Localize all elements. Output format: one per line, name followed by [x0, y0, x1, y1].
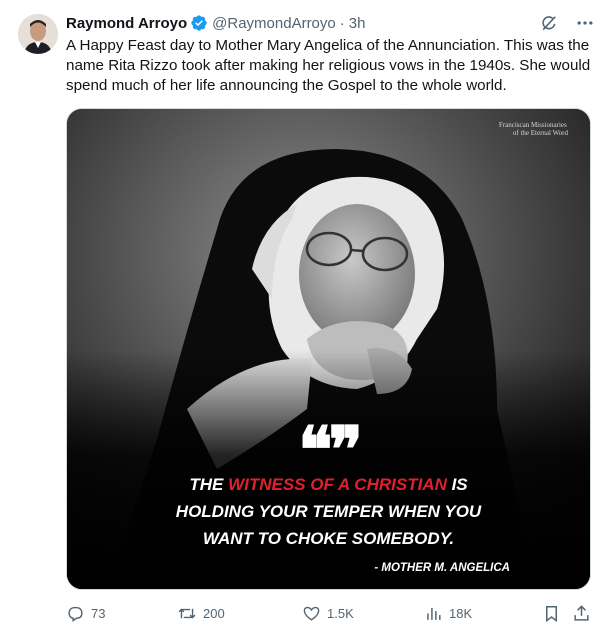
quote-line-2: HOLDING YOUR TEMPER WHEN YOU: [175, 502, 482, 521]
quote-highlight: WITNESS OF A CHRISTIAN: [228, 475, 447, 494]
repost-icon: [178, 608, 196, 618]
quote-line-3: WANT TO CHOKE SOMEBODY.: [202, 529, 455, 548]
repost-button[interactable]: 200: [177, 602, 225, 624]
reply-button[interactable]: 73: [66, 602, 105, 624]
quote-attribution: - MOTHER M. ANGELICA: [374, 562, 510, 574]
post-header: Raymond Arroyo @RaymondArroyo · 3h: [66, 13, 365, 33]
views-count: 18K: [449, 605, 473, 621]
share-icon: [574, 604, 589, 621]
post-action-bar: 73 200 1.5K 18K: [66, 602, 596, 624]
quote-mark-icon: ❝❞: [298, 415, 363, 486]
grok-icon[interactable]: [539, 13, 559, 33]
bookmark-button[interactable]: [542, 602, 567, 624]
post-top-actions: [539, 13, 595, 33]
reply-icon: [68, 606, 83, 622]
quote-line-1: THE WITNESS OF A CHRISTIAN IS: [189, 475, 468, 494]
repost-count: 200: [203, 605, 225, 621]
post-text: A Happy Feast day to Mother Mary Angelic…: [66, 37, 591, 94]
like-icon: [303, 606, 320, 621]
post-timestamp[interactable]: 3h: [349, 15, 366, 32]
author-avatar[interactable]: [18, 14, 58, 54]
bookmark-icon: [545, 605, 558, 622]
post-image[interactable]: Franciscan Missionaries of the Eternal W…: [66, 108, 591, 590]
verified-badge-icon: [190, 14, 208, 32]
separator: ·: [339, 14, 345, 32]
views-icon: [427, 607, 441, 620]
image-watermark: Franciscan Missionaries of the Eternal W…: [498, 121, 568, 137]
author-handle[interactable]: @RaymondArroyo: [212, 15, 336, 32]
share-button[interactable]: [572, 602, 597, 624]
like-button[interactable]: 1.5K: [302, 602, 354, 624]
reply-count: 73: [91, 605, 106, 621]
more-icon[interactable]: [575, 13, 595, 33]
like-count: 1.5K: [327, 605, 354, 621]
author-name[interactable]: Raymond Arroyo: [66, 15, 187, 32]
views-button[interactable]: 18K: [424, 602, 472, 624]
